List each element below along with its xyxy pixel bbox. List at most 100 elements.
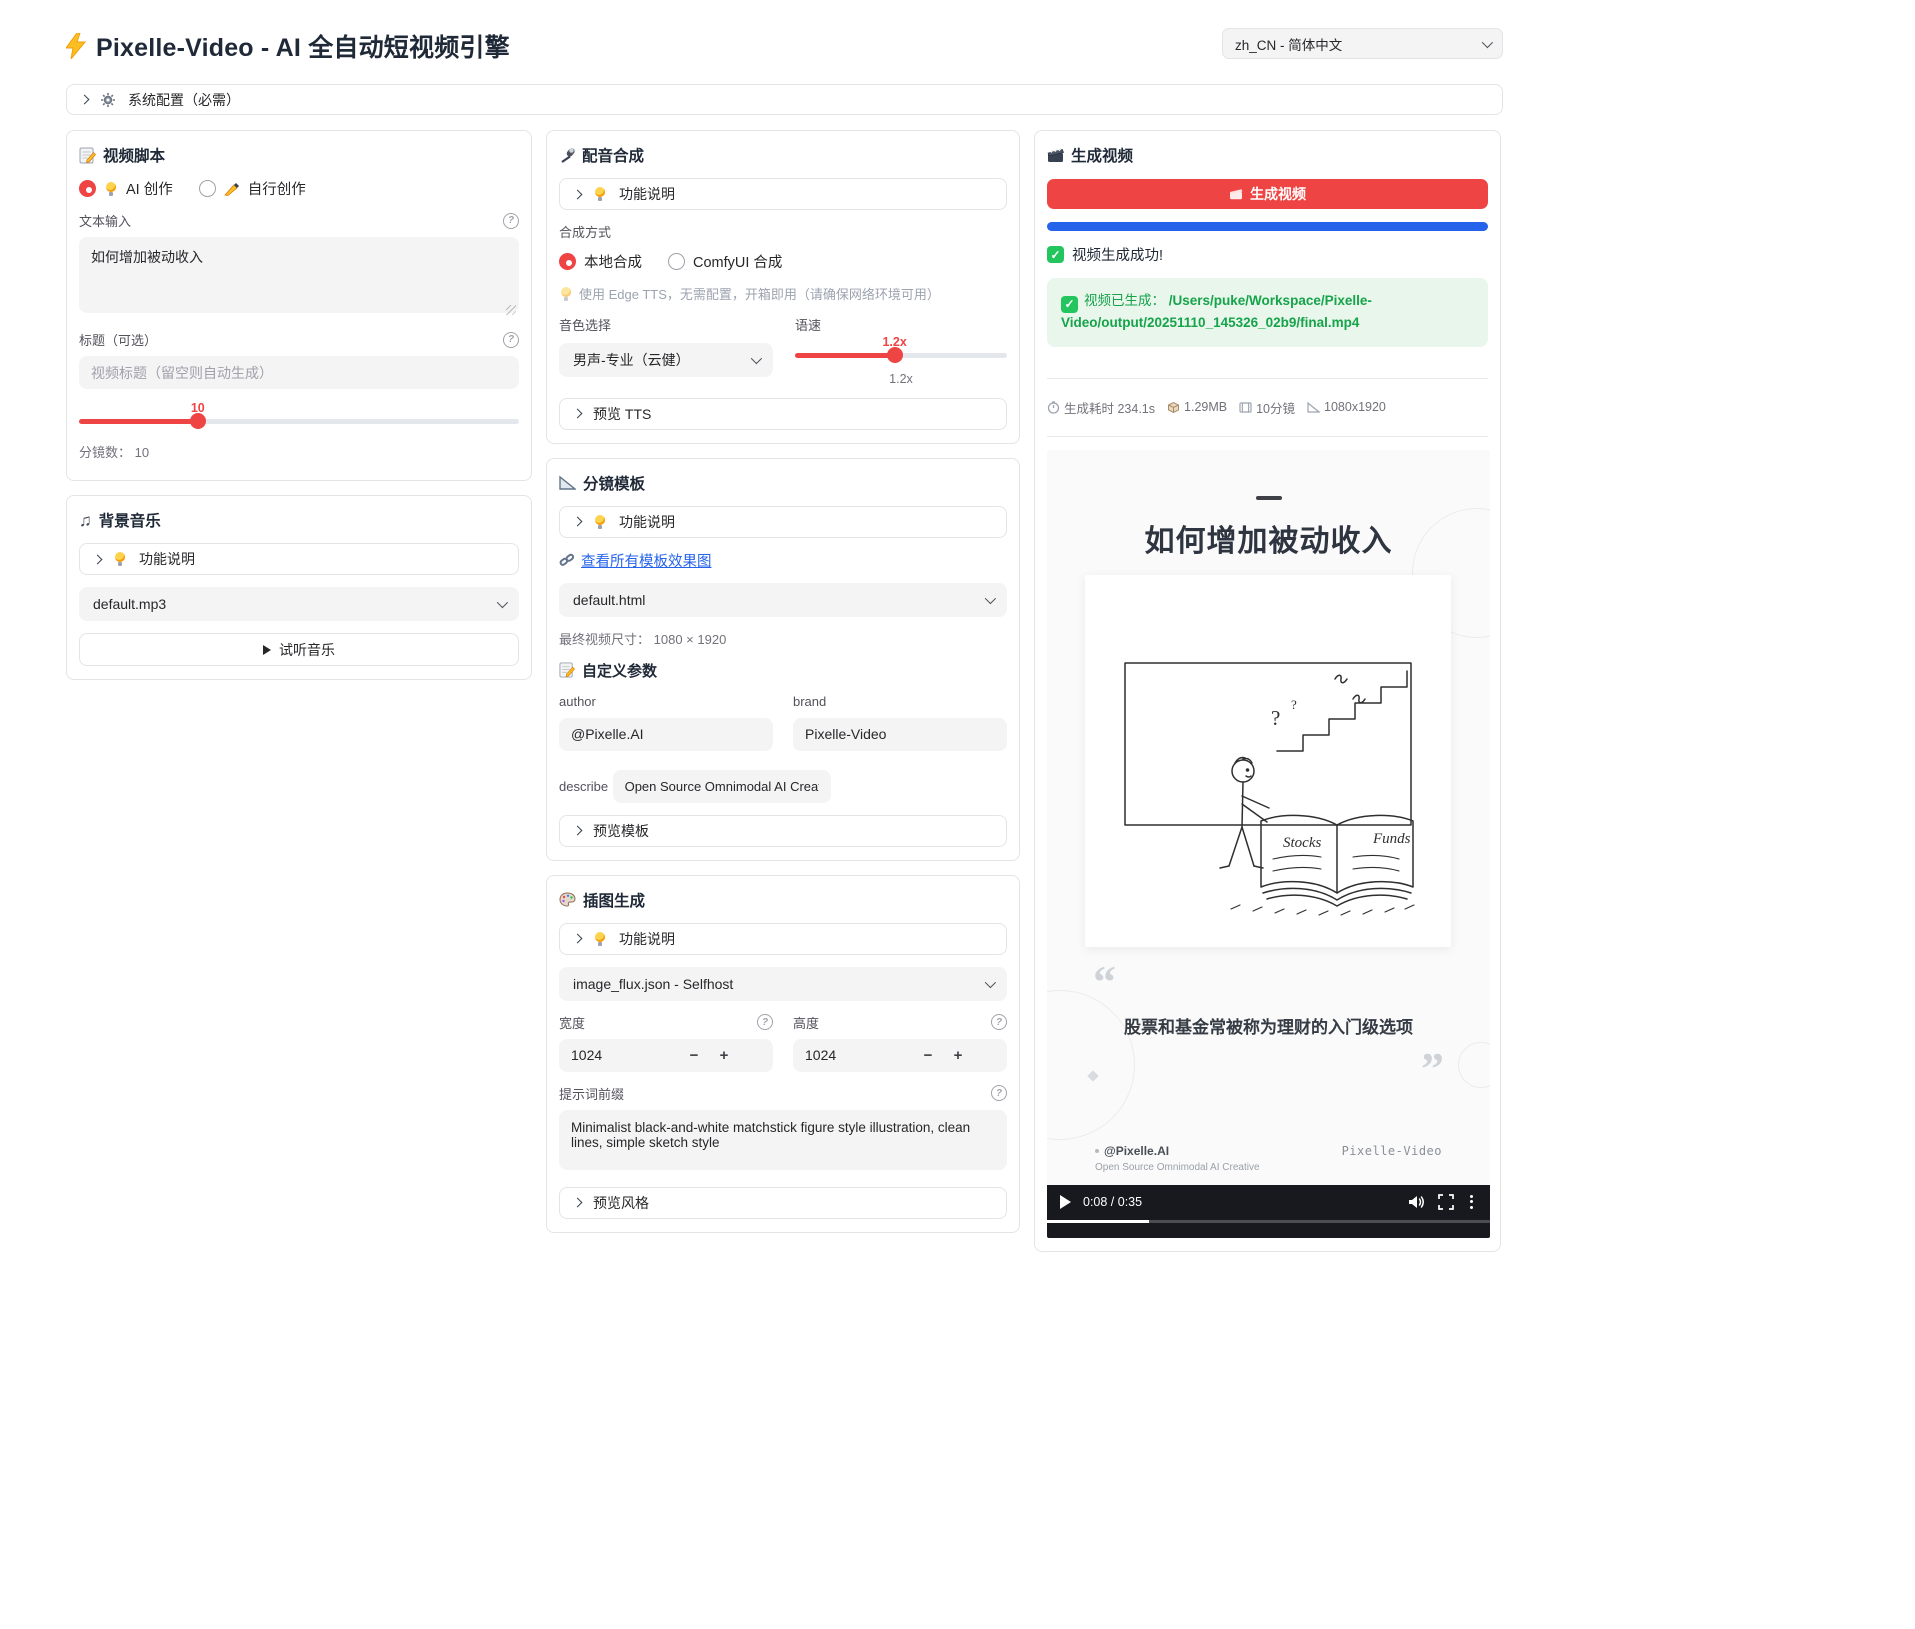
template-preview-accordion[interactable]: 预览模板	[559, 815, 1007, 847]
prompt-prefix-textarea[interactable]: Minimalist black-and-white matchstick fi…	[559, 1110, 1007, 1170]
chevron-down-icon	[497, 597, 508, 608]
radio-unselected-icon	[668, 253, 685, 270]
resize-grip-icon[interactable]	[506, 305, 516, 315]
video-title: 如何增加被动收入	[1047, 516, 1490, 560]
voice-select[interactable]: 男声-专业（云健）	[559, 343, 773, 377]
bgm-select[interactable]: default.mp3	[79, 587, 519, 621]
tts-help-accordion[interactable]: 功能说明	[559, 178, 1007, 210]
width-label: 宽度	[559, 1013, 585, 1032]
describe-field[interactable]	[613, 770, 831, 803]
tts-comfyui-radio[interactable]: ComfyUI 合成	[668, 251, 782, 272]
plus-button[interactable]: +	[709, 1047, 739, 1064]
speed-slider[interactable]: 1.2x	[795, 337, 1007, 358]
volume-icon[interactable]	[1408, 1194, 1426, 1210]
language-select[interactable]: zh_CN - 简体中文	[1222, 28, 1503, 59]
book-label-right: Funds	[1372, 831, 1411, 847]
fullscreen-icon[interactable]	[1438, 1194, 1454, 1210]
bgm-play-button[interactable]: 试听音乐	[79, 633, 519, 666]
panel-image-gen: 插图生成 功能说明 image_flux.json - Selfhost 宽度	[546, 875, 1020, 1233]
decorative-circle	[1047, 990, 1135, 1140]
storyboard-slider[interactable]: 10	[79, 403, 519, 424]
stat-shots: 10分镜	[1239, 398, 1295, 417]
mic-icon	[559, 147, 575, 164]
check-icon: ✓	[1061, 296, 1078, 313]
bulb-icon	[113, 552, 127, 566]
progress-bar	[1047, 222, 1488, 231]
bulb-icon	[593, 515, 607, 529]
template-help-accordion[interactable]: 功能说明	[559, 506, 1007, 538]
slider-track[interactable]	[79, 419, 519, 424]
brand-field[interactable]	[793, 718, 1007, 751]
chevron-down-icon	[985, 592, 996, 603]
bgm-help-accordion[interactable]: 功能说明	[79, 543, 519, 575]
template-gallery-link[interactable]: 查看所有模板效果图	[581, 550, 712, 571]
image-help-accordion[interactable]: 功能说明	[559, 923, 1007, 955]
slider-handle[interactable]	[190, 413, 206, 429]
tts-method-label: 合成方式	[559, 222, 1007, 241]
video-progress[interactable]	[1047, 1220, 1490, 1223]
help-icon[interactable]: ?	[757, 1014, 773, 1030]
play-button[interactable]	[1060, 1195, 1071, 1209]
slider-handle[interactable]	[887, 347, 903, 363]
panel-generate: 生成视频 生成视频 ✓ 视频生成成功! ✓视频已生成： /Users/puke/…	[1034, 130, 1501, 1252]
result-box: ✓视频已生成： /Users/puke/Workspace/Pixelle-Vi…	[1047, 278, 1488, 347]
help-icon[interactable]: ?	[503, 213, 519, 229]
style-preview-accordion[interactable]: 预览风格	[559, 1187, 1007, 1219]
author-field[interactable]	[559, 718, 773, 751]
quote-open-icon: “	[1093, 955, 1116, 1008]
script-text-input[interactable]: 如何增加被动收入	[79, 237, 519, 313]
minus-button[interactable]: −	[679, 1047, 709, 1064]
question-mark-glyph: ?	[1291, 697, 1297, 712]
slider-track[interactable]	[795, 353, 1007, 358]
plus-button[interactable]: +	[943, 1047, 973, 1064]
video-top-dash	[1256, 496, 1282, 500]
prompt-prefix-label: 提示词前缀	[559, 1084, 624, 1103]
chevron-right-icon	[573, 934, 583, 944]
more-icon[interactable]	[1466, 1193, 1477, 1211]
system-config-accordion[interactable]: 系统配置（必需）	[66, 84, 1503, 115]
ruler-icon	[559, 475, 576, 490]
video-title-input[interactable]	[79, 356, 519, 389]
self-create-radio[interactable]: 自行创作	[199, 178, 306, 199]
chevron-right-icon	[573, 409, 583, 419]
ai-create-radio[interactable]: AI 创作	[79, 178, 173, 199]
chevron-right-icon	[573, 189, 583, 199]
page-title-text: Pixelle-Video - AI 全自动短视频引擎	[96, 28, 510, 64]
chevron-down-icon	[1482, 36, 1493, 47]
tts-preview-accordion[interactable]: 预览 TTS	[559, 398, 1007, 430]
radio-selected-icon	[79, 180, 96, 197]
stat-duration: 生成耗时 234.1s	[1047, 398, 1155, 417]
minus-button[interactable]: −	[913, 1047, 943, 1064]
storyboard-count: 分镜数： 10	[79, 442, 519, 461]
final-size-text: 最终视频尺寸： 1080 × 1920	[559, 629, 1007, 648]
package-icon	[1167, 401, 1180, 414]
memo-icon	[559, 662, 575, 678]
help-icon[interactable]: ?	[991, 1014, 1007, 1030]
height-input[interactable]	[793, 1047, 913, 1063]
template-select[interactable]: default.html	[559, 583, 1007, 617]
gear-icon	[100, 92, 116, 108]
generate-button[interactable]: 生成视频	[1047, 179, 1488, 209]
page-title: Pixelle-Video - AI 全自动短视频引擎	[66, 28, 510, 64]
help-icon[interactable]: ?	[503, 332, 519, 348]
radio-selected-icon	[559, 253, 576, 270]
timer-icon	[1047, 401, 1060, 414]
tts-local-radio[interactable]: 本地合成	[559, 251, 642, 272]
video-player[interactable]: 如何增加被动收入	[1047, 450, 1490, 1238]
pen-icon	[224, 182, 240, 196]
width-input[interactable]	[559, 1047, 679, 1063]
tts-title: 配音合成	[559, 144, 1007, 166]
stat-resolution: 1080x1920	[1307, 400, 1386, 414]
video-caption: 股票和基金常被称为理财的入门级选项	[1104, 1015, 1434, 1041]
workflow-select[interactable]: image_flux.json - Selfhost	[559, 967, 1007, 1001]
video-author: @Pixelle.AI	[1095, 1144, 1260, 1158]
check-icon: ✓	[1047, 246, 1064, 263]
template-gallery-link-row: 查看所有模板效果图	[559, 550, 1007, 571]
video-controls: 0:08 / 0:35	[1047, 1185, 1490, 1238]
help-icon[interactable]: ?	[991, 1085, 1007, 1101]
width-stepper: − +	[559, 1039, 773, 1072]
video-author-desc: Open Source Omnimodal AI Creative	[1095, 1162, 1260, 1173]
tts-hint: 使用 Edge TTS，无需配置，开箱即用（请确保网络环境可用）	[559, 284, 1007, 303]
slider-fill	[79, 419, 198, 424]
quote-close-icon: ”	[1421, 1042, 1444, 1095]
